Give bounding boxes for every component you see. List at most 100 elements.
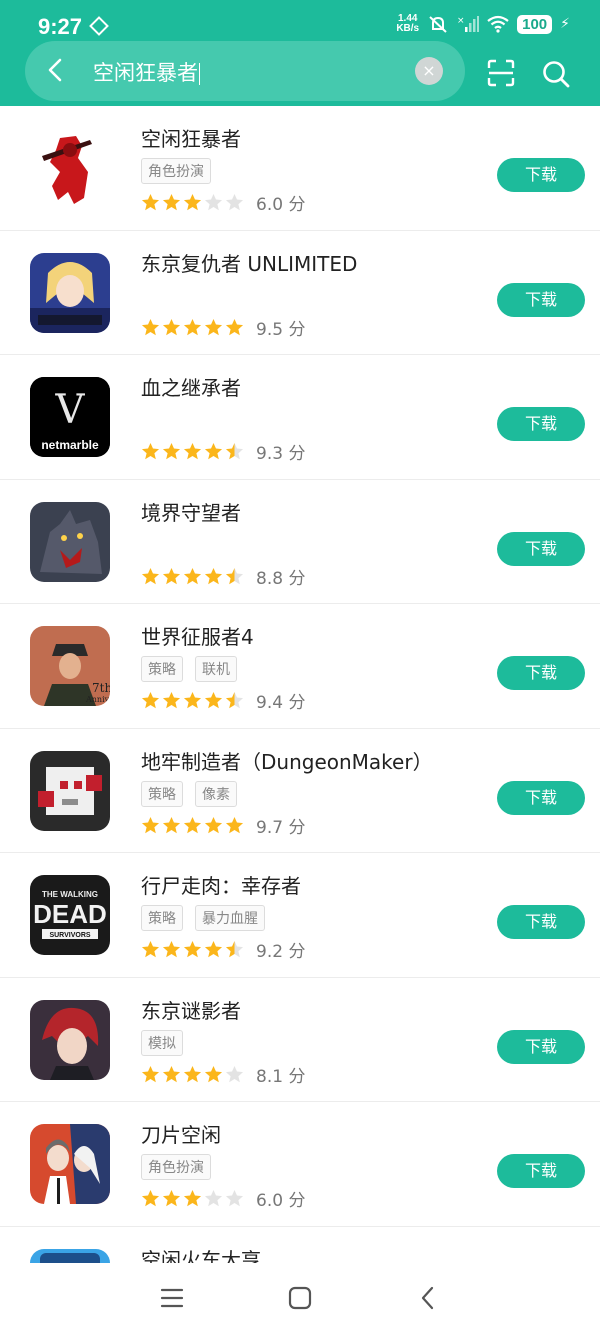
star-icon (183, 442, 202, 460)
star-icon (225, 567, 244, 584)
app-tag[interactable]: 策略 (141, 905, 183, 931)
walking-dead-logo-icon: THE WALKING DEAD SURVIVORS (30, 875, 110, 955)
app-tag[interactable]: 暴力血腥 (195, 905, 265, 931)
star-icon (225, 193, 244, 211)
app-icon[interactable] (30, 1248, 110, 1263)
app-title[interactable]: 东京复仇者 UNLIMITED (141, 248, 357, 277)
star-icon (225, 1065, 244, 1082)
star-icon (204, 318, 223, 335)
download-button[interactable]: 下载 (497, 1029, 585, 1064)
anniv-text: Anniv (85, 695, 110, 704)
search-query-text: 空闲狂暴者 (93, 61, 198, 85)
back-arrow-icon[interactable] (42, 56, 70, 84)
general-portrait-icon: 7th Anniv (30, 626, 110, 706)
signal-icon: × (457, 16, 480, 32)
app-tag[interactable]: 像素 (195, 780, 237, 807)
app-title[interactable]: 境界守望者 (141, 497, 241, 526)
search-bar[interactable] (25, 41, 465, 101)
app-row[interactable]: 刀片空闲 角色扮演 6.0 分 下载 (0, 1102, 600, 1227)
star-icon (162, 442, 181, 460)
app-tag[interactable]: 角色扮演 (141, 1154, 211, 1180)
app-rating: 6.0 分 (141, 1186, 305, 1211)
app-row[interactable]: 东京谜影者 模拟 8.1 分 下载 (0, 978, 600, 1102)
app-icon[interactable] (30, 999, 110, 1080)
download-button[interactable]: 下载 (497, 905, 585, 939)
app-icon[interactable] (30, 501, 110, 582)
app-row[interactable]: THE WALKING DEAD SURVIVORS 行尸走肉：幸存者 策略 暴… (0, 853, 600, 978)
app-score: 9.4 分 (256, 693, 306, 713)
app-tag[interactable]: 策略 (141, 780, 183, 807)
v-letter: V (55, 387, 86, 433)
app-rating: 9.3 分 (141, 439, 305, 464)
app-title[interactable]: 地牢制造者（DungeonMaker） (141, 746, 433, 775)
app-row[interactable]: 东京复仇者 UNLIMITED 9.5 分 下载 (0, 231, 600, 355)
app-tag[interactable]: 模拟 (141, 1029, 183, 1056)
app-score: 6.0 分 (256, 1191, 306, 1211)
download-button[interactable]: 下载 (497, 780, 585, 815)
app-rating: 9.4 分 (141, 688, 305, 713)
star-icon (141, 691, 160, 709)
scan-icon[interactable] (487, 59, 515, 87)
app-tags: 策略 联机 (141, 656, 237, 682)
search-icon[interactable] (541, 59, 571, 89)
app-tag[interactable]: 角色扮演 (141, 158, 211, 184)
download-button[interactable]: 下载 (497, 1154, 585, 1188)
star-icon (141, 193, 160, 211)
app-rating: 9.7 分 (141, 813, 305, 838)
star-icon (225, 691, 244, 709)
star-icon (183, 193, 202, 211)
app-title[interactable]: 刀片空闲 (141, 1119, 221, 1148)
app-row[interactable]: 7th Anniv 世界征服者4 策略 联机 9.4 分 下载 (0, 604, 600, 729)
app-score: 6.0 分 (256, 195, 306, 215)
app-rating: 8.1 分 (141, 1062, 305, 1087)
download-button[interactable]: 下载 (497, 407, 585, 441)
app-row[interactable]: V netmarble 血之继承者 9.3 分 下载 (0, 355, 600, 480)
search-results-list[interactable]: 空闲狂暴者 角色扮演 6.0 分 下载 东京复仇者 UNLIMITED 9.5 … (0, 106, 600, 1263)
star-icon (183, 1189, 202, 1207)
app-icon[interactable] (30, 252, 110, 333)
app-row[interactable]: 空闲狂暴者 角色扮演 6.0 分 下载 (0, 106, 600, 231)
star-icon (183, 940, 202, 958)
app-icon[interactable]: THE WALKING DEAD SURVIVORS (30, 875, 110, 955)
app-title[interactable]: 东京谜影者 (141, 995, 241, 1024)
clear-search-button[interactable]: × (415, 57, 443, 85)
top-header: 9:27 1.44 KB/s × 100 ⚡ 空闲狂暴者 × (0, 0, 600, 106)
app-title[interactable]: 世界征服者4 (141, 621, 254, 650)
app-row[interactable]: 空闲火车大亨 (0, 1227, 600, 1264)
app-rating: 8.8 分 (141, 564, 305, 589)
home-icon[interactable] (287, 1285, 313, 1311)
star-icon (204, 193, 223, 211)
app-icon[interactable]: 7th Anniv (30, 626, 110, 706)
app-icon[interactable] (30, 128, 110, 208)
werewolf-icon (30, 501, 110, 582)
app-icon[interactable]: V netmarble (30, 377, 110, 457)
star-icon (183, 816, 202, 833)
app-score: 8.8 分 (256, 568, 306, 589)
download-button[interactable]: 下载 (497, 282, 585, 317)
app-tags: 模拟 (141, 1029, 183, 1056)
app-title[interactable]: 空闲狂暴者 (141, 123, 241, 152)
download-button[interactable]: 下载 (497, 158, 585, 192)
app-icon[interactable] (30, 750, 110, 831)
app-title[interactable]: 空闲火车大亨 (141, 1244, 261, 1264)
app-row[interactable]: 地牢制造者（DungeonMaker） 策略 像素 9.7 分 下载 (0, 729, 600, 853)
app-row[interactable]: 境界守望者 8.8 分 下载 (0, 480, 600, 604)
star-icon (162, 1189, 181, 1207)
back-icon[interactable] (415, 1285, 441, 1311)
download-button[interactable]: 下载 (497, 656, 585, 690)
system-navigation-bar (0, 1263, 600, 1333)
star-icon (162, 193, 181, 211)
app-rating: 9.5 分 (141, 315, 305, 340)
app-title[interactable]: 行尸走肉：幸存者 (141, 870, 301, 899)
star-icon (141, 1065, 160, 1082)
download-button[interactable]: 下载 (497, 531, 585, 566)
menu-icon[interactable] (159, 1285, 185, 1311)
app-tag[interactable]: 联机 (195, 656, 237, 682)
app-icon[interactable] (30, 1124, 110, 1204)
app-title[interactable]: 血之继承者 (141, 372, 241, 401)
app-tag[interactable]: 策略 (141, 656, 183, 682)
network-speed-unit: KB/s (396, 23, 420, 34)
app-tags: 角色扮演 (141, 158, 211, 184)
netmarble-text: netmarble (41, 438, 99, 452)
search-input[interactable]: 空闲狂暴者 (93, 57, 200, 87)
